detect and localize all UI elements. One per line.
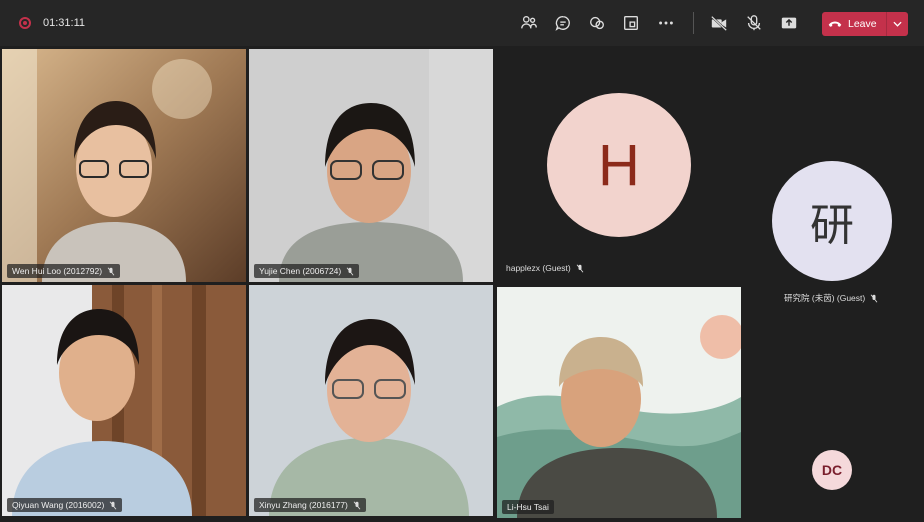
participant-name: Wen Hui Loo (2012792): [12, 266, 103, 276]
share-icon[interactable]: [778, 12, 800, 34]
video-tile-active-speaker[interactable]: Li-Hsu Tsai: [497, 287, 741, 518]
participant-name-tag: Li-Hsu Tsai: [502, 500, 554, 514]
participant-name-tag: Yujie Chen (2006724): [254, 264, 360, 278]
participant-video: [2, 285, 246, 516]
meeting-toolbar: 01:31:11 Leave: [0, 0, 924, 46]
reactions-icon[interactable]: [586, 12, 608, 34]
avatar-initial: DC: [821, 462, 843, 478]
participant-avatar[interactable]: H: [547, 93, 691, 237]
participant-name: 研究院 (未茵) (Guest): [784, 293, 866, 303]
leave-button[interactable]: Leave: [822, 12, 908, 36]
participant-name-tag: Wen Hui Loo (2012792): [7, 264, 121, 278]
participant-name: Xinyu Zhang (2016177): [259, 500, 348, 510]
participant-name-tag: happlezx (Guest): [506, 263, 584, 273]
avatar-initial: H: [598, 132, 640, 198]
mic-off-icon[interactable]: [743, 12, 765, 34]
video-tile[interactable]: Yujie Chen (2006724): [249, 49, 493, 282]
participant-video: [2, 49, 246, 282]
participant-name: Qiyuan Wang (2016002): [12, 500, 105, 510]
participant-name: Li-Hsu Tsai: [507, 502, 549, 512]
participant-name-tag: 研究院 (未茵) (Guest): [784, 292, 878, 304]
recording-icon: [19, 17, 31, 29]
video-tile[interactable]: Wen Hui Loo (2012792): [2, 49, 246, 282]
muted-icon: [576, 263, 584, 273]
muted-icon: [107, 266, 115, 276]
chevron-down-icon[interactable]: [887, 21, 908, 27]
participant-name: Yujie Chen (2006724): [259, 266, 342, 276]
toolbar-divider: [693, 12, 694, 34]
hang-up-icon: [822, 19, 848, 29]
video-tile[interactable]: Xinyu Zhang (2016177): [249, 285, 493, 516]
participant-name-tag: Xinyu Zhang (2016177): [254, 498, 366, 512]
more-icon[interactable]: [655, 12, 677, 34]
people-icon[interactable]: [518, 12, 540, 34]
participant-avatar[interactable]: DC: [812, 450, 852, 490]
muted-icon: [109, 500, 117, 510]
participant-name-tag: Qiyuan Wang (2016002): [7, 498, 123, 512]
leave-label: Leave: [848, 18, 877, 30]
participant-name: happlezx (Guest): [506, 263, 571, 273]
chat-icon[interactable]: [552, 12, 574, 34]
participant-avatar[interactable]: 研: [772, 161, 892, 281]
video-tile[interactable]: Qiyuan Wang (2016002): [2, 285, 246, 516]
participant-video: [249, 285, 493, 516]
share-tray-icon[interactable]: [620, 12, 642, 34]
participant-video: [249, 49, 493, 282]
meeting-timer: 01:31:11: [43, 17, 86, 29]
camera-off-icon[interactable]: [708, 12, 730, 34]
avatar-initial: 研: [810, 200, 854, 251]
muted-icon: [353, 500, 361, 510]
muted-icon: [870, 293, 878, 303]
participant-video: [497, 287, 741, 518]
muted-icon: [346, 266, 354, 276]
